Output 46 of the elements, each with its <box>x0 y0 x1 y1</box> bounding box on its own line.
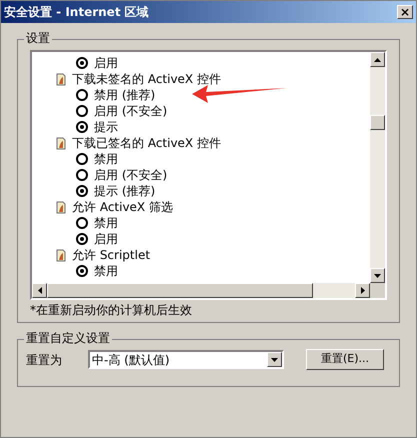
close-button[interactable]: × <box>397 5 413 19</box>
radio-button[interactable] <box>76 185 88 197</box>
setting-title: 下载未签名的 ActiveX 控件 <box>72 73 221 85</box>
option-label: 禁用 <box>94 153 118 165</box>
radio-button[interactable] <box>76 57 88 69</box>
option-label: 启用 <box>94 233 118 245</box>
scrollbar-thumb[interactable] <box>47 283 313 298</box>
down-arrow-icon <box>374 274 381 278</box>
setting-icon <box>56 72 66 86</box>
setting-title: 允许 Scriptlet <box>72 249 150 261</box>
restart-note: *在重新启动你的计算机后生效 <box>30 304 193 316</box>
level-dropdown[interactable]: 中-高 (默认值) <box>88 350 284 369</box>
setting-icon <box>56 200 66 214</box>
window-title: 安全设置 - Internet 区域 <box>4 4 149 21</box>
scrollbar-thumb[interactable] <box>370 115 385 130</box>
dropdown-arrow-icon <box>271 358 278 362</box>
radio-button[interactable] <box>76 105 88 117</box>
option-label: 提示 (推荐) <box>94 185 156 197</box>
reset-label: 重置为 <box>26 352 63 369</box>
radio-button[interactable] <box>76 89 88 101</box>
horizontal-scrollbar[interactable] <box>32 283 385 298</box>
scrollbar-corner <box>370 283 385 298</box>
reset-button[interactable]: 重置(E)... <box>306 349 384 370</box>
setting-icon <box>56 136 66 150</box>
radio-button[interactable] <box>76 169 88 181</box>
vertical-scrollbar[interactable] <box>370 52 385 283</box>
group-legend: 重置自定义设置 <box>24 332 112 344</box>
radio-button[interactable] <box>76 217 88 229</box>
setting-title: 下载已签名的 ActiveX 控件 <box>72 137 221 149</box>
group-legend: 设置 <box>24 32 52 44</box>
option-label: 禁用 (推荐) <box>94 89 156 101</box>
radio-button[interactable] <box>76 233 88 245</box>
radio-button[interactable] <box>76 265 88 277</box>
radio-button[interactable] <box>76 153 88 165</box>
right-arrow-icon <box>360 287 364 294</box>
option-label: 启用 (不安全) <box>94 169 168 181</box>
option-label: 启用 <box>94 57 118 69</box>
setting-icon <box>56 248 66 262</box>
option-label: 提示 <box>94 121 118 133</box>
option-label: 启用 (不安全) <box>94 105 168 117</box>
option-label: 禁用 <box>94 265 118 277</box>
up-arrow-icon <box>374 58 381 62</box>
left-arrow-icon <box>38 287 42 294</box>
radio-button[interactable] <box>76 121 88 133</box>
option-label: 禁用 <box>94 217 118 229</box>
setting-title: 允许 ActiveX 筛选 <box>72 201 173 213</box>
